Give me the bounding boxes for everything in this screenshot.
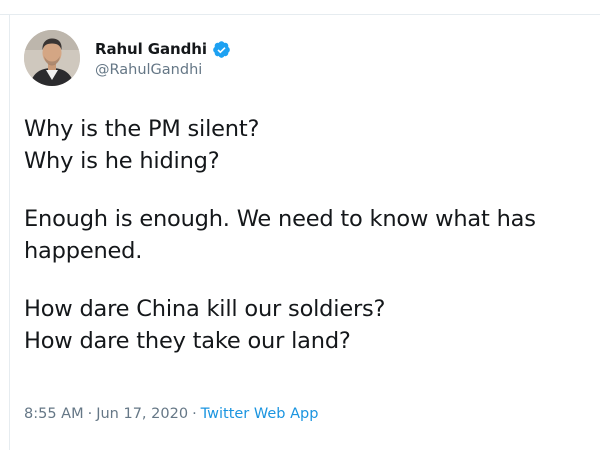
tweet-date[interactable]: Jun 17, 2020 bbox=[96, 406, 188, 422]
tweet-card: Rahul Gandhi @RahulGandhi Why is the PM … bbox=[0, 0, 600, 450]
tweet-header: Rahul Gandhi @RahulGandhi bbox=[24, 28, 231, 88]
tweet-line: Why is the PM silent? bbox=[24, 116, 260, 142]
avatar[interactable] bbox=[24, 30, 80, 86]
name-row: Rahul Gandhi bbox=[95, 38, 231, 60]
tweet-line: How dare they take our land? bbox=[24, 328, 351, 354]
separator: · bbox=[192, 406, 197, 422]
profile-photo-icon bbox=[24, 30, 80, 86]
user-handle[interactable]: @RahulGandhi bbox=[95, 62, 231, 78]
tweet-line: happened. bbox=[24, 238, 143, 264]
verified-badge-icon bbox=[212, 40, 231, 59]
tweet-meta: 8:55 AM · Jun 17, 2020 · Twitter Web App bbox=[24, 406, 318, 422]
tweet-text: Why is the PM silent? Why is he hiding? … bbox=[24, 113, 592, 357]
divider bbox=[0, 14, 600, 15]
tweet-line: Enough is enough. We need to know what h… bbox=[24, 206, 536, 232]
display-name[interactable]: Rahul Gandhi bbox=[95, 40, 207, 58]
tweet-line: Why is he hiding? bbox=[24, 148, 220, 174]
tweet-time[interactable]: 8:55 AM bbox=[24, 406, 84, 422]
tweet-line: How dare China kill our soldiers? bbox=[24, 296, 386, 322]
author-info: Rahul Gandhi @RahulGandhi bbox=[95, 38, 231, 78]
tweet-source-link[interactable]: Twitter Web App bbox=[201, 406, 319, 422]
separator: · bbox=[87, 406, 93, 422]
divider bbox=[9, 14, 10, 450]
